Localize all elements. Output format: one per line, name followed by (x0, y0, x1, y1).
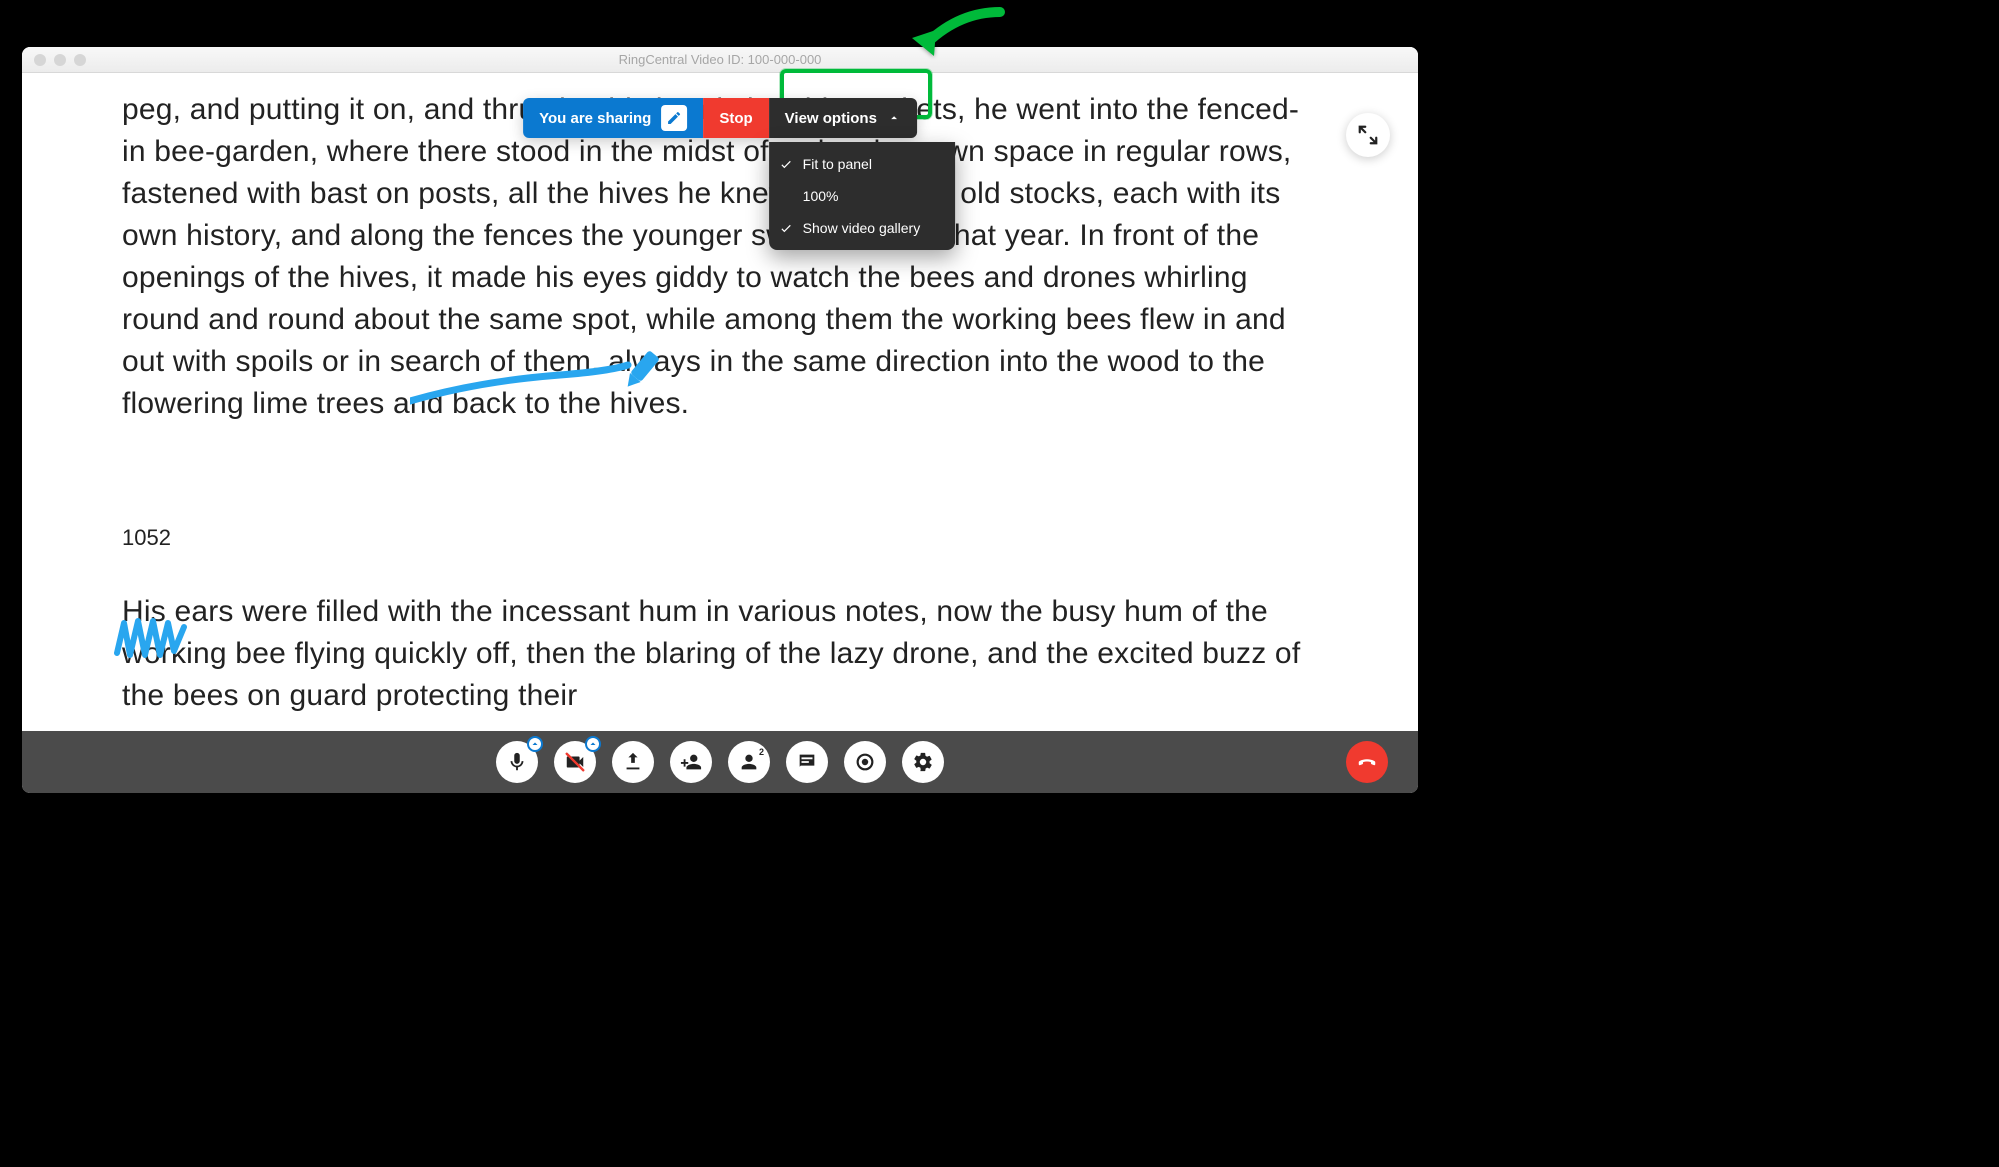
annotate-button[interactable] (661, 105, 687, 131)
invite-button[interactable] (670, 741, 712, 783)
audio-expand-badge[interactable] (527, 736, 543, 752)
video-button[interactable] (554, 741, 596, 783)
menu-item-label: 100% (803, 188, 839, 204)
view-options-label: View options (785, 110, 877, 127)
document-page-number: 1052 (122, 525, 1318, 551)
share-button[interactable] (612, 741, 654, 783)
video-expand-badge[interactable] (585, 736, 601, 752)
settings-button[interactable] (902, 741, 944, 783)
expand-icon (1357, 124, 1379, 146)
hangup-icon (1356, 751, 1378, 773)
meeting-toolbar: 2 (22, 731, 1418, 793)
stop-sharing-button[interactable]: Stop (703, 98, 768, 138)
document-paragraph-2: His ears were filled with the incessant … (122, 591, 1318, 717)
share-bar: You are sharing Stop View options (523, 98, 917, 138)
check-icon (777, 221, 795, 235)
view-options-button[interactable]: View options Fit to panel 100% (769, 98, 917, 138)
zoom-dot[interactable] (74, 54, 86, 66)
participant-count: 2 (759, 747, 764, 757)
add-person-icon (680, 751, 702, 773)
minimize-dot[interactable] (54, 54, 66, 66)
stop-label: Stop (719, 110, 752, 127)
menu-item-fit-to-panel[interactable]: Fit to panel (769, 148, 955, 180)
chat-icon (796, 751, 818, 773)
chevron-up-icon (587, 733, 599, 755)
document-paragraph-1: peg, and putting it on, and thrusting hi… (122, 89, 1318, 425)
view-options-menu: Fit to panel 100% Show video gallery (769, 142, 955, 250)
window-title: RingCentral Video ID: 100-000-000 (22, 52, 1418, 67)
app-window: RingCentral Video ID: 100-000-000 peg, a… (22, 47, 1418, 793)
mute-button[interactable] (496, 741, 538, 783)
sharing-indicator: You are sharing (523, 98, 703, 138)
titlebar: RingCentral Video ID: 100-000-000 (22, 47, 1418, 73)
menu-item-label: Show video gallery (803, 220, 921, 236)
person-icon (738, 751, 760, 773)
microphone-icon (506, 751, 528, 773)
record-button[interactable] (844, 741, 886, 783)
chevron-up-icon (887, 111, 901, 125)
menu-item-label: Fit to panel (803, 156, 872, 172)
close-dot[interactable] (34, 54, 46, 66)
record-icon (854, 751, 876, 773)
menu-item-100-percent[interactable]: 100% (769, 180, 955, 212)
check-icon (777, 157, 795, 171)
end-call-button[interactable] (1346, 741, 1388, 783)
menu-item-show-video-gallery[interactable]: Show video gallery (769, 212, 955, 244)
expand-button[interactable] (1346, 113, 1390, 157)
pencil-icon (666, 110, 682, 126)
sharing-label: You are sharing (539, 110, 651, 127)
window-traffic-lights[interactable] (22, 54, 86, 66)
shared-content-area: peg, and putting it on, and thrusting hi… (22, 73, 1418, 731)
chat-button[interactable] (786, 741, 828, 783)
video-off-icon (564, 751, 586, 773)
gear-icon (912, 751, 934, 773)
chevron-up-icon (529, 733, 541, 755)
share-icon (622, 751, 644, 773)
participants-button[interactable]: 2 (728, 741, 770, 783)
